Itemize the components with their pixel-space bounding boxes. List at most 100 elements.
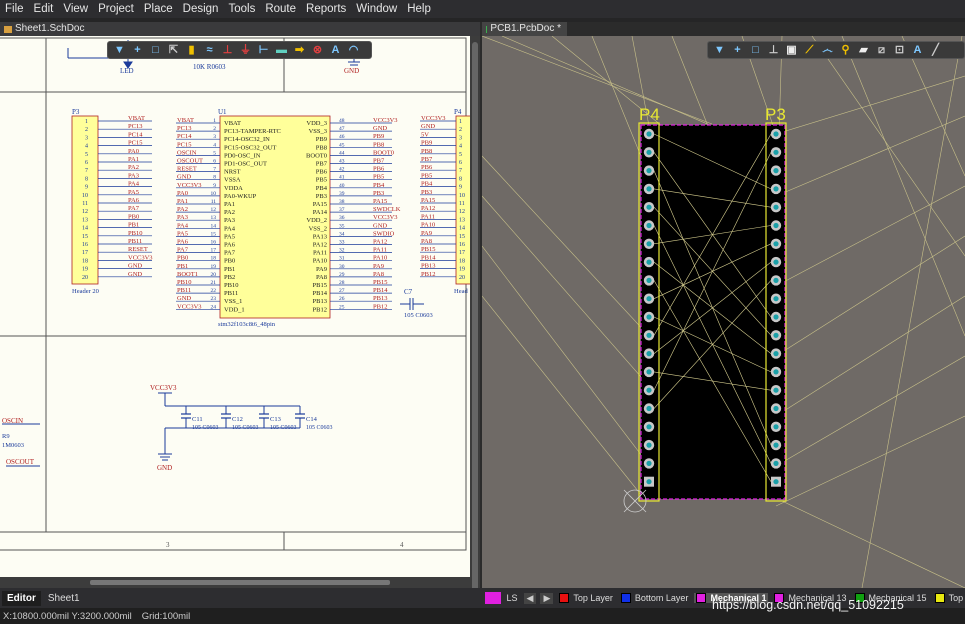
menu-project[interactable]: Project xyxy=(93,0,139,18)
u1-right-pin-number: 31 xyxy=(339,256,345,262)
u1-left-pin-name: PA0-WKUP xyxy=(224,193,257,200)
cap-value: 105 C0603 xyxy=(306,425,333,431)
u1-right-net-label: PA12 xyxy=(373,239,387,246)
select-rect-icon[interactable]: □ xyxy=(748,44,763,57)
via-icon[interactable]: ⚲ xyxy=(838,44,853,57)
u1-left-net-label: PA7 xyxy=(177,247,189,254)
text-icon[interactable]: A xyxy=(910,44,925,57)
u1-left-pin-number: 6 xyxy=(213,159,216,165)
menu-design[interactable]: Design xyxy=(178,0,224,18)
pad-hole xyxy=(773,222,779,229)
menu-help[interactable]: Help xyxy=(402,0,436,18)
component-icon[interactable]: ▮ xyxy=(184,44,199,57)
pad-hole xyxy=(773,332,779,338)
layer-tab-top[interactable]: Top Layer xyxy=(557,593,615,603)
p3-footer: Header 20 xyxy=(72,288,99,295)
select-rect-icon[interactable]: □ xyxy=(148,44,163,57)
layer-set-button[interactable]: LS xyxy=(505,593,520,603)
u1-left-pin-number: 15 xyxy=(211,231,217,237)
harness-icon[interactable]: ▬ xyxy=(274,44,289,57)
u1-right-net-label: PB5 xyxy=(373,174,384,181)
schematic-canvas[interactable]: 3 4 LED 10K R0603 GND P3 1 VBAT 2 PC13 3 PC14… xyxy=(0,36,470,588)
u1-left-net-label: VBAT xyxy=(177,117,194,124)
diff-pair-icon[interactable]: ෴ xyxy=(820,44,835,57)
layer-swatch xyxy=(620,593,631,603)
ratsnest-line xyxy=(775,75,965,135)
align-icon[interactable]: ⊥ xyxy=(766,44,781,57)
p4-net-label: PB4 xyxy=(421,181,433,188)
port-icon[interactable]: ➡ xyxy=(292,44,307,57)
filter-icon[interactable]: ▼ xyxy=(712,44,727,57)
u1-left-net-label: PB10 xyxy=(177,279,191,286)
u1-right-net-label: PA10 xyxy=(373,255,387,262)
u1-right-net-label: PA9 xyxy=(373,263,384,270)
u1-right-pin-number: 27 xyxy=(339,288,345,294)
filter-icon[interactable]: ▼ xyxy=(112,44,127,57)
p3-net-label: PA4 xyxy=(128,181,140,188)
menu-file[interactable]: File xyxy=(0,0,29,18)
u1-left-pin-number: 4 xyxy=(213,142,216,148)
u1-right-net-label: VCC3V3 xyxy=(373,214,398,221)
led-label: LED xyxy=(120,67,134,75)
u1-left-net-label: GND xyxy=(177,174,191,181)
schematic-vscroll[interactable] xyxy=(470,36,480,602)
u1-right-net-label: PB8 xyxy=(373,141,384,148)
layer-prev-icon[interactable]: ◀ xyxy=(523,592,537,604)
p3-pin-number: 1 xyxy=(85,119,88,125)
layer-tab-bottom[interactable]: Bottom Layer xyxy=(619,593,691,603)
layer-next-icon[interactable]: ▶ xyxy=(540,592,554,604)
u1-designator: U1 xyxy=(218,108,227,116)
schematic-hscroll-thumb[interactable] xyxy=(90,580,390,585)
tab-sheet1[interactable]: Sheet1 xyxy=(43,591,85,606)
layer-tab-top-overlay[interactable]: Top xyxy=(933,593,965,603)
u1-left-net-label: PC13 xyxy=(177,125,191,132)
p3-pin-number: 13 xyxy=(82,217,88,223)
u1-right-pin-number: 44 xyxy=(339,150,345,156)
menu-reports[interactable]: Reports xyxy=(301,0,351,18)
no-erc-icon[interactable]: ⊗ xyxy=(310,44,325,57)
p4-net-label: PB7 xyxy=(421,156,433,163)
ground-icon[interactable]: ⏚ xyxy=(238,44,253,57)
menu-place[interactable]: Place xyxy=(139,0,178,18)
u1-right-pin-name: VSS_2 xyxy=(309,225,327,232)
schematic-vscroll-thumb[interactable] xyxy=(472,42,478,602)
text-icon[interactable]: A xyxy=(328,44,343,57)
polygon-icon[interactable]: ⧄ xyxy=(874,44,889,57)
pad-hole xyxy=(773,369,779,375)
fill-icon[interactable]: ▰ xyxy=(856,44,871,57)
add-icon[interactable]: + xyxy=(130,44,145,57)
p3-net-label: GND xyxy=(128,263,142,270)
power-port-icon[interactable]: ⊥ xyxy=(220,44,235,57)
menu-window[interactable]: Window xyxy=(351,0,402,18)
layer-set-swatch[interactable] xyxy=(485,592,501,604)
pad-hole xyxy=(646,131,652,137)
tab-pcb[interactable]: PCB1.PcbDoc * xyxy=(482,22,567,36)
tab-editor[interactable]: Editor xyxy=(2,590,41,606)
wire-icon[interactable]: ≈ xyxy=(202,44,217,57)
move-icon[interactable]: ⇱ xyxy=(166,44,181,57)
tab-schematic[interactable]: Sheet1.SchDoc xyxy=(0,22,480,36)
p3-net-label: VBAT xyxy=(128,115,145,122)
u1-right-pin-number: 47 xyxy=(339,126,345,132)
u1-right-pin-number: 38 xyxy=(339,199,345,205)
u1-left-net-label: PB1 xyxy=(177,263,188,270)
menu-edit[interactable]: Edit xyxy=(29,0,59,18)
p3-net-label: PC15 xyxy=(128,140,142,147)
u1-left-net-label: OSCIN xyxy=(177,149,197,156)
arc-icon[interactable]: ◠ xyxy=(346,44,361,57)
p4-pin-number: 17 xyxy=(459,250,465,256)
dimension-icon[interactable]: ⊡ xyxy=(892,44,907,57)
bus-icon[interactable]: ⊢ xyxy=(256,44,271,57)
menu-view[interactable]: View xyxy=(58,0,93,18)
p4-pin-number: 13 xyxy=(459,217,465,223)
add-icon[interactable]: + xyxy=(730,44,745,57)
u1-right-pin-name: BOOT0 xyxy=(306,152,327,159)
line-icon[interactable]: ╱ xyxy=(928,44,943,57)
u1-right-net-label: PB7 xyxy=(373,158,385,165)
menu-route[interactable]: Route xyxy=(260,0,301,18)
u1-left-pin-name: PB10 xyxy=(224,282,238,289)
component-icon[interactable]: ▣ xyxy=(784,44,799,57)
menu-tools[interactable]: Tools xyxy=(223,0,260,18)
route-icon[interactable]: ⟋ xyxy=(802,44,817,57)
pcb-canvas[interactable]: P4 P3 ▼ + □ ⊥ ▣ ⟋ ෴ ⚲ ▰ ⧄ ⊡ A ╱ xyxy=(482,36,965,588)
